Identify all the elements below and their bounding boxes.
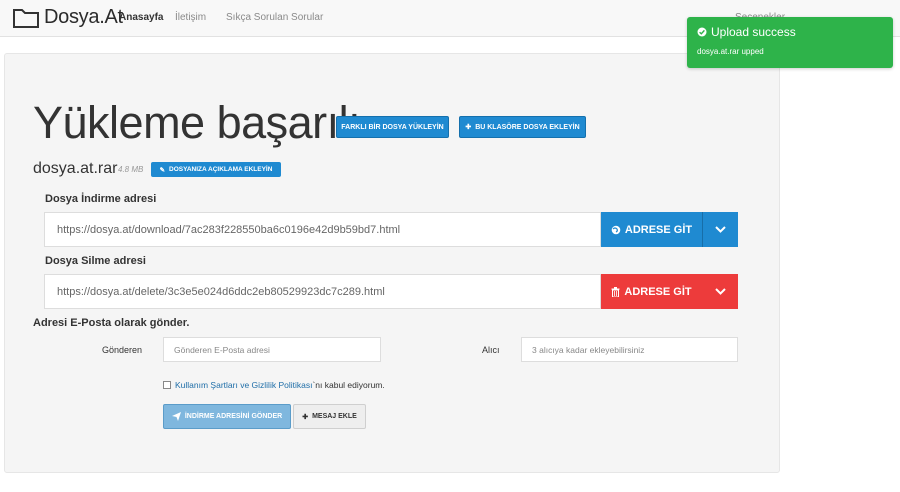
pencil-icon: ✎ bbox=[159, 166, 166, 174]
paper-plane-icon bbox=[171, 412, 181, 421]
add-description-button[interactable]: ✎ DOSYANIZA AÇIKLAMA EKLEYİN bbox=[151, 162, 281, 177]
download-go-button-group: ADRESE GİT bbox=[601, 212, 738, 247]
add-description-label: DOSYANIZA AÇIKLAMA EKLEYİN bbox=[169, 166, 273, 173]
trash-icon bbox=[611, 286, 620, 297]
brand-name: Dosya.At bbox=[44, 6, 123, 28]
file-size: 4.8 MB bbox=[118, 165, 144, 174]
folder-icon bbox=[12, 7, 40, 29]
download-label: Dosya İndirme adresi bbox=[45, 193, 157, 205]
sender-email-input[interactable]: Gönderen E-Posta adresi bbox=[163, 337, 381, 362]
upload-other-button[interactable]: FARKLI BİR DOSYA YÜKLEYİN bbox=[336, 116, 449, 138]
delete-label: Dosya Silme adresi bbox=[45, 255, 146, 267]
download-url-field[interactable]: https://dosya.at/download/7ac283f228550b… bbox=[44, 212, 601, 247]
recipient-email-input[interactable]: 3 alıcıya kadar ekleyebilirsiniz bbox=[521, 337, 738, 362]
chevron-down-icon bbox=[715, 286, 726, 298]
add-message-label: MESAJ EKLE bbox=[312, 413, 357, 420]
toast-title: Upload success bbox=[711, 25, 796, 39]
terms-link[interactable]: Kullanım Şartları ve Gizlilik Politikası bbox=[175, 380, 312, 390]
toast-title-row: Upload success bbox=[697, 25, 796, 39]
add-message-button[interactable]: ✚ MESAJ EKLE bbox=[293, 404, 366, 429]
plus-icon: ✚ bbox=[465, 124, 472, 131]
upload-success-toast[interactable]: Upload success dosya.at.rar upped bbox=[687, 17, 893, 68]
plus-icon: ✚ bbox=[302, 413, 309, 421]
chevron-down-icon bbox=[715, 224, 726, 236]
delete-go-label: ADRESE GİT bbox=[624, 285, 692, 298]
check-circle-icon bbox=[697, 27, 707, 37]
page-title: Yükleme başarılı bbox=[33, 97, 361, 148]
file-name: dosya.at.rar bbox=[33, 160, 118, 177]
add-to-folder-button[interactable]: ✚ BU KLASÖRE DOSYA EKLEYİN bbox=[459, 116, 586, 138]
terms-checkbox[interactable] bbox=[163, 381, 171, 389]
send-link-label: İNDİRME ADRESİNİ GÖNDER bbox=[184, 413, 283, 420]
terms-suffix: `nı kabul ediyorum. bbox=[312, 380, 385, 390]
globe-icon bbox=[611, 225, 621, 235]
send-link-button[interactable]: İNDİRME ADRESİNİ GÖNDER bbox=[163, 404, 291, 429]
nav-contact[interactable]: İletişim bbox=[175, 12, 206, 23]
email-heading: Adresi E-Posta olarak gönder. bbox=[33, 317, 190, 329]
sender-label: Gönderen bbox=[102, 345, 143, 355]
recipient-label: Alıcı bbox=[482, 345, 500, 355]
delete-go-button-group: ADRESE GİT bbox=[601, 274, 738, 309]
terms-row: Kullanım Şartları ve Gizlilik Politikası… bbox=[163, 380, 385, 390]
add-to-folder-label: BU KLASÖRE DOSYA EKLEYİN bbox=[475, 123, 580, 131]
download-go-button[interactable]: ADRESE GİT bbox=[601, 212, 702, 247]
download-go-label: ADRESE GİT bbox=[624, 223, 693, 236]
toast-message: dosya.at.rar upped bbox=[697, 47, 764, 56]
delete-go-button[interactable]: ADRESE GİT bbox=[601, 274, 702, 309]
nav-home[interactable]: Anasayfa bbox=[119, 12, 163, 23]
download-dropdown-toggle[interactable] bbox=[702, 212, 738, 247]
nav-faq[interactable]: Sıkça Sorulan Sorular bbox=[226, 12, 323, 23]
delete-url-field[interactable]: https://dosya.at/delete/3c3e5e024d6ddc2e… bbox=[44, 274, 601, 309]
logo[interactable]: Dosya.At bbox=[12, 6, 123, 29]
delete-dropdown-toggle[interactable] bbox=[702, 274, 738, 309]
